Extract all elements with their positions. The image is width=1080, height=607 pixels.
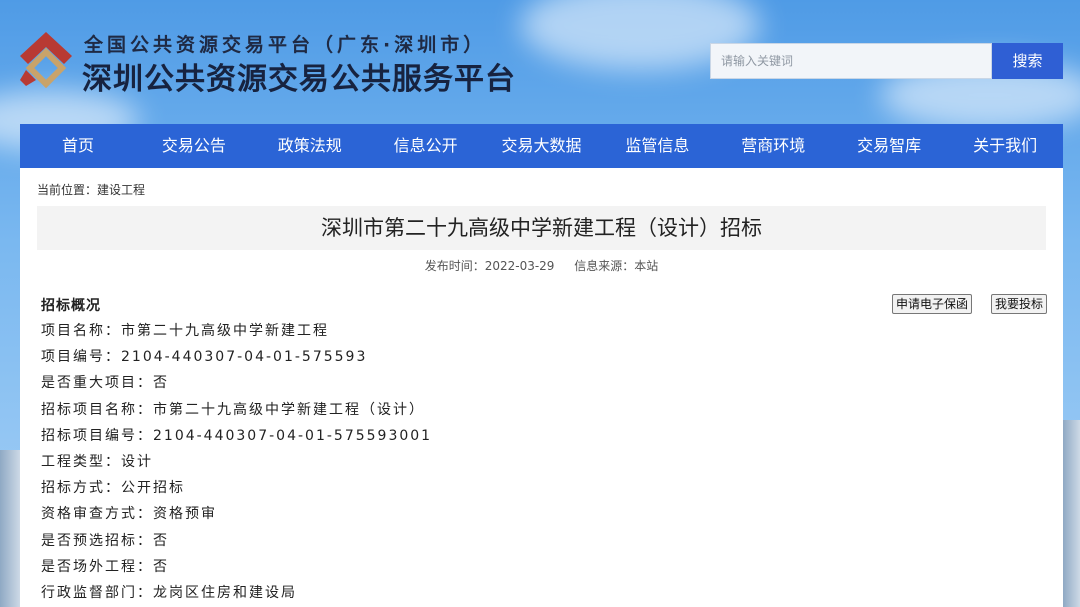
site-subtitle: 全国公共资源交易平台（广东·深圳市） (84, 34, 487, 56)
nav-item-about[interactable]: 关于我们 (947, 124, 1063, 168)
article-title: 深圳市第二十九高级中学新建工程（设计）招标 (37, 206, 1046, 250)
nav-item-think-tank[interactable]: 交易智库 (831, 124, 947, 168)
breadcrumb: 当前位置：建设工程 (37, 183, 146, 197)
site-logo-icon (20, 32, 72, 88)
publish-time: 发布时间：2022-03-29 (424, 259, 555, 273)
search-input[interactable]: 请输入关键词 (710, 43, 992, 79)
apply-guarantee-button[interactable]: 申请电子保函 (892, 294, 973, 314)
submit-bid-button[interactable]: 我要投标 (991, 294, 1048, 314)
background-building (0, 450, 20, 607)
detail-project-number: 项目编号：2104-440307-04-01-575593 (41, 349, 368, 366)
background-building (1063, 420, 1080, 607)
nav-item-business-env[interactable]: 营商环境 (715, 124, 831, 168)
tender-details: 项目名称：市第二十九高级中学新建工程 项目编号：2104-440307-04-0… (41, 318, 432, 606)
main-nav: 首页 交易公告 政策法规 信息公开 交易大数据 监管信息 营商环境 交易智库 关… (20, 124, 1063, 168)
detail-tender-method: 招标方式：公开招标 (41, 480, 185, 497)
detail-offsite-project: 是否场外工程：否 (41, 558, 169, 575)
search-button[interactable]: 搜索 (992, 43, 1063, 79)
site-title: 深圳公共资源交易公共服务平台 (82, 62, 516, 97)
nav-item-policies[interactable]: 政策法规 (252, 124, 368, 168)
nav-item-supervision[interactable]: 监管信息 (599, 124, 715, 168)
detail-supervisory-dept: 行政监督部门：龙岗区住房和建设局 (41, 584, 297, 601)
detail-major-project: 是否重大项目：否 (41, 375, 169, 392)
detail-qualification-review: 资格审查方式：资格预审 (41, 506, 217, 523)
article-panel: 当前位置：建设工程 深圳市第二十九高级中学新建工程（设计）招标 发布时间：202… (20, 168, 1063, 607)
nav-item-home[interactable]: 首页 (20, 124, 136, 168)
article-meta: 发布时间：2022-03-29 信息来源：本站 (20, 257, 1063, 274)
info-source: 信息来源：本站 (574, 259, 659, 273)
nav-item-disclosure[interactable]: 信息公开 (368, 124, 484, 168)
detail-project-name: 项目名称：市第二十九高级中学新建工程 (41, 323, 329, 339)
detail-project-type: 工程类型：设计 (41, 453, 153, 470)
section-title: 招标概况 (41, 298, 101, 314)
nav-item-announcements[interactable]: 交易公告 (136, 124, 252, 168)
detail-preselection: 是否预选招标：否 (41, 532, 169, 549)
detail-tender-number: 招标项目编号：2104-440307-04-01-575593001 (41, 427, 433, 444)
site-header: 全国公共资源交易平台（广东·深圳市） 深圳公共资源交易公共服务平台 请输入关键词… (0, 0, 1080, 124)
nav-item-big-data[interactable]: 交易大数据 (484, 124, 600, 168)
detail-tender-name: 招标项目名称：市第二十九高级中学新建工程（设计） (41, 401, 425, 418)
